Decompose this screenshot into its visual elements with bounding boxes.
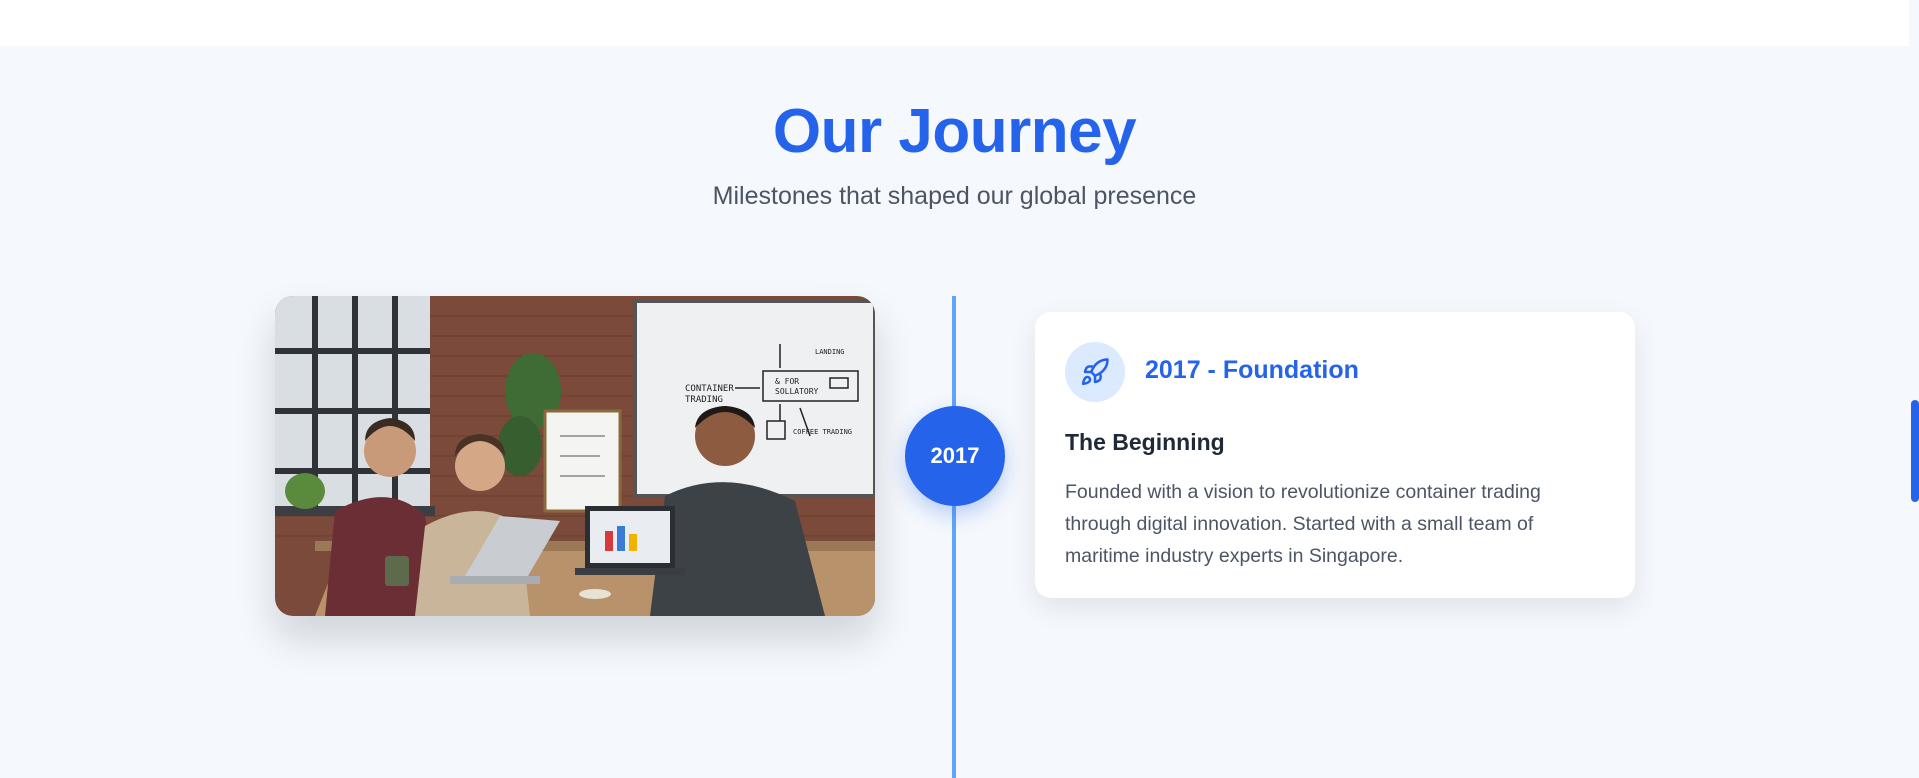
- milestone-heading: 2017 - Foundation: [1145, 356, 1359, 384]
- milestone-card: 2017 - Foundation The Beginning Founded …: [1035, 312, 1635, 598]
- scrollbar-thumb[interactable]: [1911, 400, 1919, 502]
- whiteboard-text: SOLLATORY: [775, 387, 819, 396]
- timeline-line: [952, 296, 956, 778]
- scrollbar-track[interactable]: [1909, 0, 1919, 778]
- milestone-title: The Beginning: [1065, 429, 1225, 455]
- whiteboard-text: TRADING: [685, 395, 723, 405]
- rocket-icon: [1065, 342, 1125, 402]
- milestone-photo: CONTAINER TRADING & FOR SOLLATORY COFFEE…: [275, 296, 875, 616]
- whiteboard-text: & FOR: [775, 377, 799, 386]
- whiteboard-text: COFFEE TRADING: [793, 428, 852, 436]
- team-meeting-image: CONTAINER TRADING & FOR SOLLATORY COFFEE…: [275, 296, 875, 616]
- section-subtitle: Milestones that shaped our global presen…: [712, 182, 1197, 210]
- year-marker: 2017: [905, 406, 1005, 506]
- header-bar: [0, 0, 1909, 46]
- whiteboard-text: LANDING: [815, 348, 845, 356]
- milestone-description: Founded with a vision to revolutionize c…: [1065, 481, 1541, 567]
- whiteboard-text: CONTAINER: [685, 384, 734, 394]
- section-title: Our Journey: [772, 97, 1137, 166]
